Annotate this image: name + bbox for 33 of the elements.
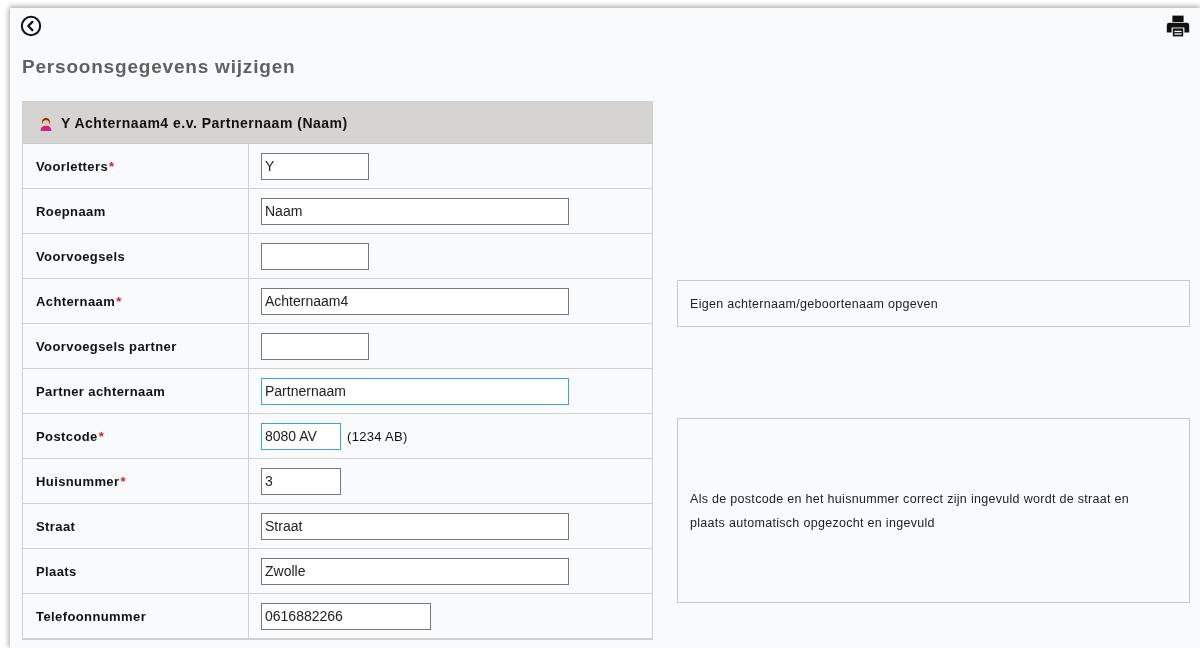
text-field[interactable]: 0616882266 [261,602,431,630]
card-title: Y Achternaam4 e.v. Partnernaam (Naam) [61,114,348,131]
text-field[interactable]: Straat [261,512,569,540]
field-label: Huisnummer [36,473,120,489]
text-field[interactable]: 3 [261,467,341,495]
required-mark: * [98,428,105,444]
text-field[interactable]: Partnernaam [261,377,569,405]
required-mark: * [116,293,122,309]
field-label: Postcode [36,428,98,444]
help-text: Als de postcode en het huisnummer correct zijn ingevuld wordt de straat en plaats automatisch opgezocht en ingevuld [690,490,1131,532]
text-field[interactable] [261,332,369,360]
page-title: Persoonsgegevens wijzigen [22,56,297,79]
text-field[interactable]: Zwolle [261,557,569,585]
field-label: Partner achternaam [36,383,166,399]
format-hint: (1234 AB) [347,428,408,444]
print-icon[interactable] [1166,14,1190,38]
field-label: Voorvoegsels partner [36,338,177,354]
text-field[interactable]: Achternaam4 [261,287,569,315]
text-field[interactable]: 8080 AV [261,422,341,450]
field-label: Achternaam [36,293,116,309]
text-field[interactable]: Naam [261,197,569,225]
field-label: Voorvoegsels [36,248,126,264]
required-mark: * [120,473,126,489]
help-text: Eigen achternaam/geboortenaam opgeven [690,295,939,313]
field-label: Plaats [36,563,77,579]
text-field[interactable]: Y [261,152,369,180]
field-label: Voorletters [36,158,109,174]
text-field[interactable] [261,242,369,270]
field-label: Straat [36,518,76,534]
required-mark: * [109,158,115,174]
field-label: Telefoonnummer [36,608,147,624]
field-label: Roepnaam [36,203,106,219]
back-icon[interactable] [20,15,42,37]
